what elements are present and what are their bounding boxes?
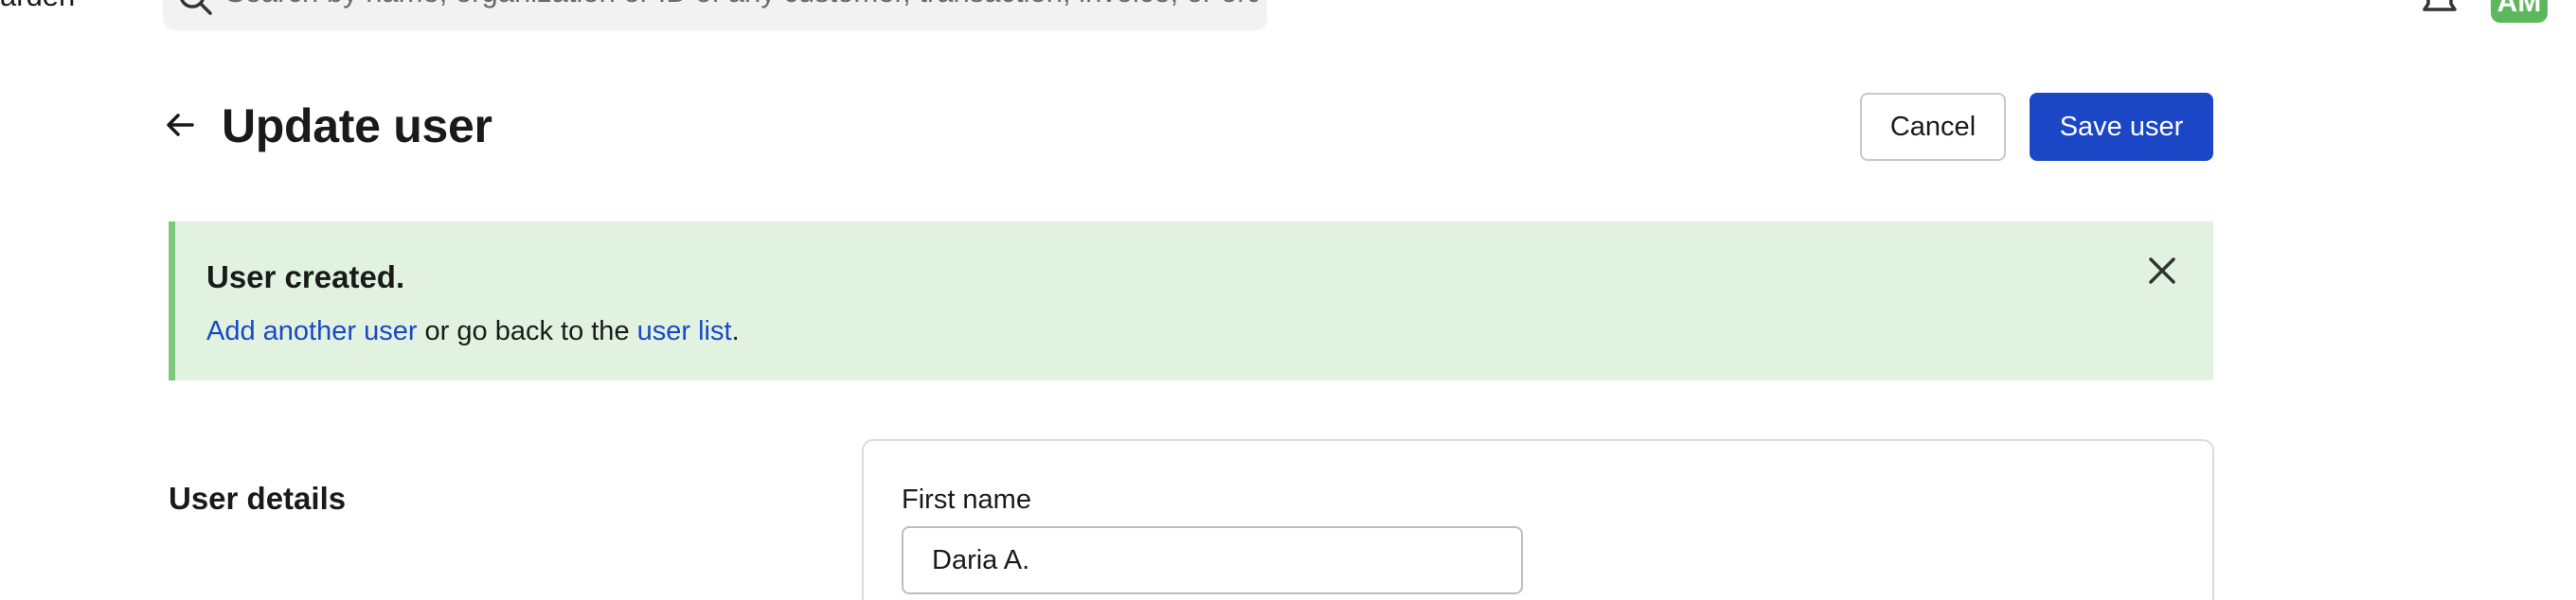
add-another-user-link[interactable]: Add another user bbox=[206, 316, 417, 346]
banner-middle-text: or go back to the bbox=[417, 316, 637, 346]
org-switcher[interactable]: arden bbox=[0, 0, 116, 13]
banner-end-text: . bbox=[731, 316, 740, 346]
back-button[interactable] bbox=[161, 108, 199, 146]
user-details-card: First name bbox=[862, 439, 2214, 600]
section-title-user-details: User details bbox=[169, 481, 347, 516]
cancel-button[interactable]: Cancel bbox=[1860, 93, 2006, 161]
org-name: arden bbox=[0, 0, 75, 13]
banner-close-button[interactable] bbox=[2143, 254, 2181, 291]
close-icon bbox=[2148, 256, 2176, 290]
arrow-left-icon bbox=[166, 113, 194, 142]
user-list-link[interactable]: user list bbox=[637, 316, 732, 346]
first-name-label: First name bbox=[902, 485, 1031, 515]
success-banner: User created. Add another user or go bac… bbox=[169, 221, 2213, 380]
avatar-initials: AM bbox=[2496, 0, 2542, 18]
banner-message: Add another user or go back to the user … bbox=[206, 316, 740, 347]
search-input[interactable] bbox=[224, 0, 1260, 17]
first-name-field[interactable] bbox=[902, 526, 1523, 594]
global-search[interactable] bbox=[163, 0, 1267, 30]
save-user-button[interactable]: Save user bbox=[2030, 93, 2213, 161]
banner-title: User created. bbox=[206, 259, 405, 294]
search-icon bbox=[176, 0, 214, 22]
update-user-page: arden AM Update user Cancel Sav bbox=[0, 0, 2576, 600]
chevron-down-icon bbox=[99, 0, 116, 2]
bell-icon[interactable] bbox=[2423, 0, 2457, 22]
avatar[interactable]: AM bbox=[2491, 0, 2548, 23]
page-title: Update user bbox=[222, 99, 492, 152]
